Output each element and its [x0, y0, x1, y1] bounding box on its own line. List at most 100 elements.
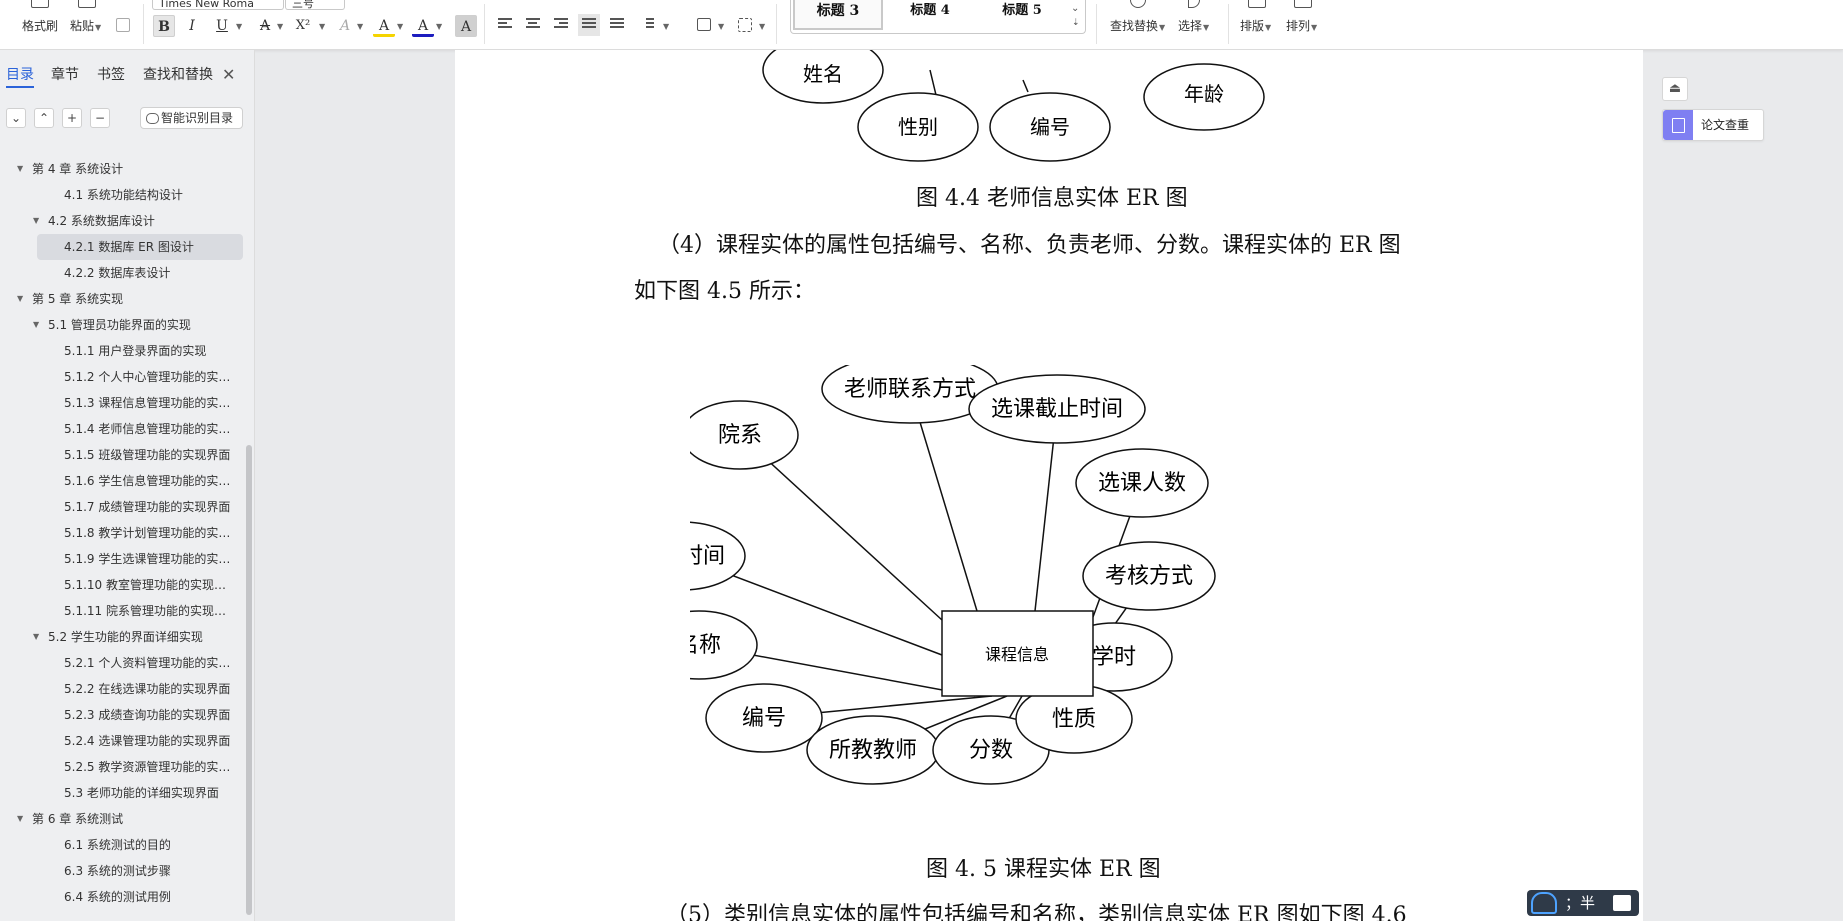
- paint-bucket-icon[interactable]: [697, 18, 711, 31]
- toc-item[interactable]: ▼ 5.2 学生功能的界面详细实现: [0, 624, 245, 650]
- chevron-down-icon: ▼: [1311, 23, 1318, 32]
- collapse-all-button[interactable]: ⌃: [34, 108, 54, 128]
- toc-item[interactable]: 5.1.4 老师信息管理功能的实现界面: [0, 416, 245, 442]
- font-color-button[interactable]: A: [412, 15, 434, 37]
- collapse-panel-button[interactable]: ⏏: [1662, 77, 1688, 101]
- toc-item[interactable]: ▼ 4.2 系统数据库设计: [0, 208, 245, 234]
- font-name-combo[interactable]: Times New Roma: [152, 0, 284, 10]
- toc-item[interactable]: 5.1.9 学生选课管理功能的实现界面: [0, 546, 245, 572]
- chevron-down-icon[interactable]: ▼: [663, 22, 669, 31]
- style-heading-4[interactable]: 标题 4: [885, 0, 975, 30]
- align-center-icon[interactable]: [526, 18, 540, 32]
- toc-item[interactable]: 5.1.10 教室管理功能的实现界面: [0, 572, 245, 598]
- expand-toggle-icon[interactable]: ▼: [17, 806, 23, 832]
- ime-status-text: ；半: [1565, 894, 1596, 912]
- expand-toggle-icon[interactable]: ▼: [17, 286, 23, 312]
- toc-item[interactable]: 5.2.3 成绩查询功能的实现界面: [0, 702, 245, 728]
- chevron-down-icon[interactable]: ▼: [357, 22, 363, 31]
- arrange-button[interactable]: 排列▼: [1284, 0, 1324, 40]
- close-icon[interactable]: ✕: [222, 64, 235, 86]
- toc-item[interactable]: 5.1.7 成绩管理功能的实现界面: [0, 494, 245, 520]
- chevron-down-icon: ▼: [1265, 23, 1272, 32]
- demote-level-button[interactable]: −: [90, 108, 110, 128]
- toc-item[interactable]: 5.2.5 教学资源管理功能的实现界面: [0, 754, 245, 780]
- toc-item[interactable]: 5.1.2 个人中心管理功能的实现界面: [0, 364, 245, 390]
- chevron-down-icon[interactable]: ▼: [236, 22, 242, 31]
- toc-item[interactable]: 4.2.2 数据库表设计: [0, 260, 245, 286]
- gallery-more-icon[interactable]: ⌄: [1071, 3, 1079, 14]
- chevron-down-icon[interactable]: ▼: [319, 22, 325, 31]
- toc-item[interactable]: 5.2.1 个人资料管理功能的实现界面: [0, 650, 245, 676]
- toc-item[interactable]: 5.1.1 用户登录界面的实现: [0, 338, 245, 364]
- select-button[interactable]: 选择▼: [1176, 0, 1218, 40]
- toc-item[interactable]: ▼ 第 4 章 系统设计: [0, 156, 245, 182]
- font-size-combo[interactable]: 三号: [285, 0, 345, 10]
- document-page[interactable]: 姓名 性别 编号 年龄 图 4.4 老师信息实体 ER 图 （4）课程实体的属性…: [455, 50, 1643, 921]
- format-painter-button[interactable]: 格式刷: [18, 0, 62, 40]
- smart-toc-button[interactable]: 智能识别目录: [140, 107, 243, 129]
- text-effects-button[interactable]: A: [334, 15, 356, 37]
- align-right-icon[interactable]: [554, 18, 568, 32]
- toc-item[interactable]: 6.1 系统测试的目的: [0, 832, 245, 858]
- toc-item[interactable]: 6.3 系统的测试步骤: [0, 858, 245, 884]
- er-connector-line: [1022, 79, 1029, 93]
- toc-item[interactable]: ▼ 5.1 管理员功能界面的实现: [0, 312, 245, 338]
- toc-item[interactable]: 5.1.3 课程信息管理功能的实现界面: [0, 390, 245, 416]
- tab-sections[interactable]: 章节: [51, 64, 79, 86]
- toc-item[interactable]: 5.1.6 学生信息管理功能的实现界面: [0, 468, 245, 494]
- tab-find-replace[interactable]: 查找和替换: [143, 64, 213, 86]
- toc-item[interactable]: 5.1.11 院系管理功能的实现界面: [0, 598, 245, 624]
- toc-item[interactable]: ▼ 第 6 章 系统测试: [0, 806, 245, 832]
- toc-item[interactable]: 5.3 老师功能的详细实现界面: [0, 780, 245, 806]
- line-spacing-icon[interactable]: [640, 18, 654, 32]
- bold-button[interactable]: B: [153, 15, 175, 37]
- thesis-check-button[interactable]: 论文查重: [1662, 109, 1764, 141]
- italic-button[interactable]: I: [181, 15, 203, 37]
- distributed-align-icon[interactable]: [610, 18, 624, 32]
- style-heading-5[interactable]: 标题 5: [977, 0, 1067, 30]
- toc-item[interactable]: 4.2.1 数据库 ER 图设计: [37, 234, 243, 260]
- expand-toggle-icon[interactable]: ▼: [33, 208, 39, 234]
- find-replace-button[interactable]: 查找替换▼: [1108, 0, 1170, 40]
- underline-button[interactable]: U: [211, 15, 233, 37]
- nav-scrollbar-thumb[interactable]: [246, 445, 252, 915]
- expand-toggle-icon[interactable]: ▼: [17, 156, 23, 182]
- superscript-button[interactable]: X²: [292, 15, 314, 37]
- highlight-button[interactable]: A: [373, 15, 395, 37]
- tab-toc[interactable]: 目录: [6, 64, 34, 88]
- tab-bookmarks[interactable]: 书签: [97, 64, 125, 86]
- toc-item[interactable]: 6.4 系统的测试用例: [0, 884, 245, 910]
- strikethrough-button[interactable]: A: [254, 15, 276, 37]
- chevron-down-icon[interactable]: ▼: [759, 22, 765, 31]
- chevron-down-icon[interactable]: ▼: [436, 22, 442, 31]
- expand-toggle-icon[interactable]: ▼: [33, 312, 39, 338]
- paste-label: 粘贴: [70, 19, 95, 33]
- copy-icon[interactable]: [116, 18, 130, 32]
- toc-item[interactable]: ▼ 第 5 章 系统实现: [0, 286, 245, 312]
- chevron-down-icon[interactable]: ▼: [718, 22, 724, 31]
- borders-icon[interactable]: [738, 18, 752, 32]
- skin-icon[interactable]: [1613, 895, 1631, 911]
- expand-all-button[interactable]: ⌄: [6, 108, 26, 128]
- chevron-down-icon[interactable]: ▼: [277, 22, 283, 31]
- chevron-down-icon[interactable]: ▼: [397, 22, 403, 31]
- toc-item-label: 5.1 管理员功能界面的实现: [48, 318, 191, 332]
- align-left-icon[interactable]: [498, 18, 512, 32]
- expand-toggle-icon[interactable]: ▼: [33, 624, 39, 650]
- typeset-button[interactable]: 排版▼: [1238, 0, 1278, 40]
- char-shading-button[interactable]: A: [455, 15, 477, 37]
- gallery-expand-icon[interactable]: ⇣: [1072, 18, 1080, 28]
- ime-status-bar[interactable]: ；半: [1527, 890, 1639, 916]
- toc-item-label: 5.1.10 教室管理功能的实现界面: [64, 578, 238, 592]
- justify-icon[interactable]: [578, 14, 600, 36]
- ribbon-divider: [1096, 4, 1097, 44]
- er-attribute-label: 院系: [718, 423, 762, 448]
- toc-item[interactable]: 5.2.2 在线选课功能的实现界面: [0, 676, 245, 702]
- toc-item[interactable]: 5.1.5 班级管理功能的实现界面: [0, 442, 245, 468]
- toc-item[interactable]: 5.1.8 教学计划管理功能的实现界面: [0, 520, 245, 546]
- promote-level-button[interactable]: +: [62, 108, 82, 128]
- style-heading-3[interactable]: 标题 3: [793, 0, 883, 30]
- toc-item[interactable]: 5.2.4 选课管理功能的实现界面: [0, 728, 245, 754]
- paste-button[interactable]: 粘贴▼: [68, 0, 108, 40]
- toc-item[interactable]: 4.1 系统功能结构设计: [0, 182, 245, 208]
